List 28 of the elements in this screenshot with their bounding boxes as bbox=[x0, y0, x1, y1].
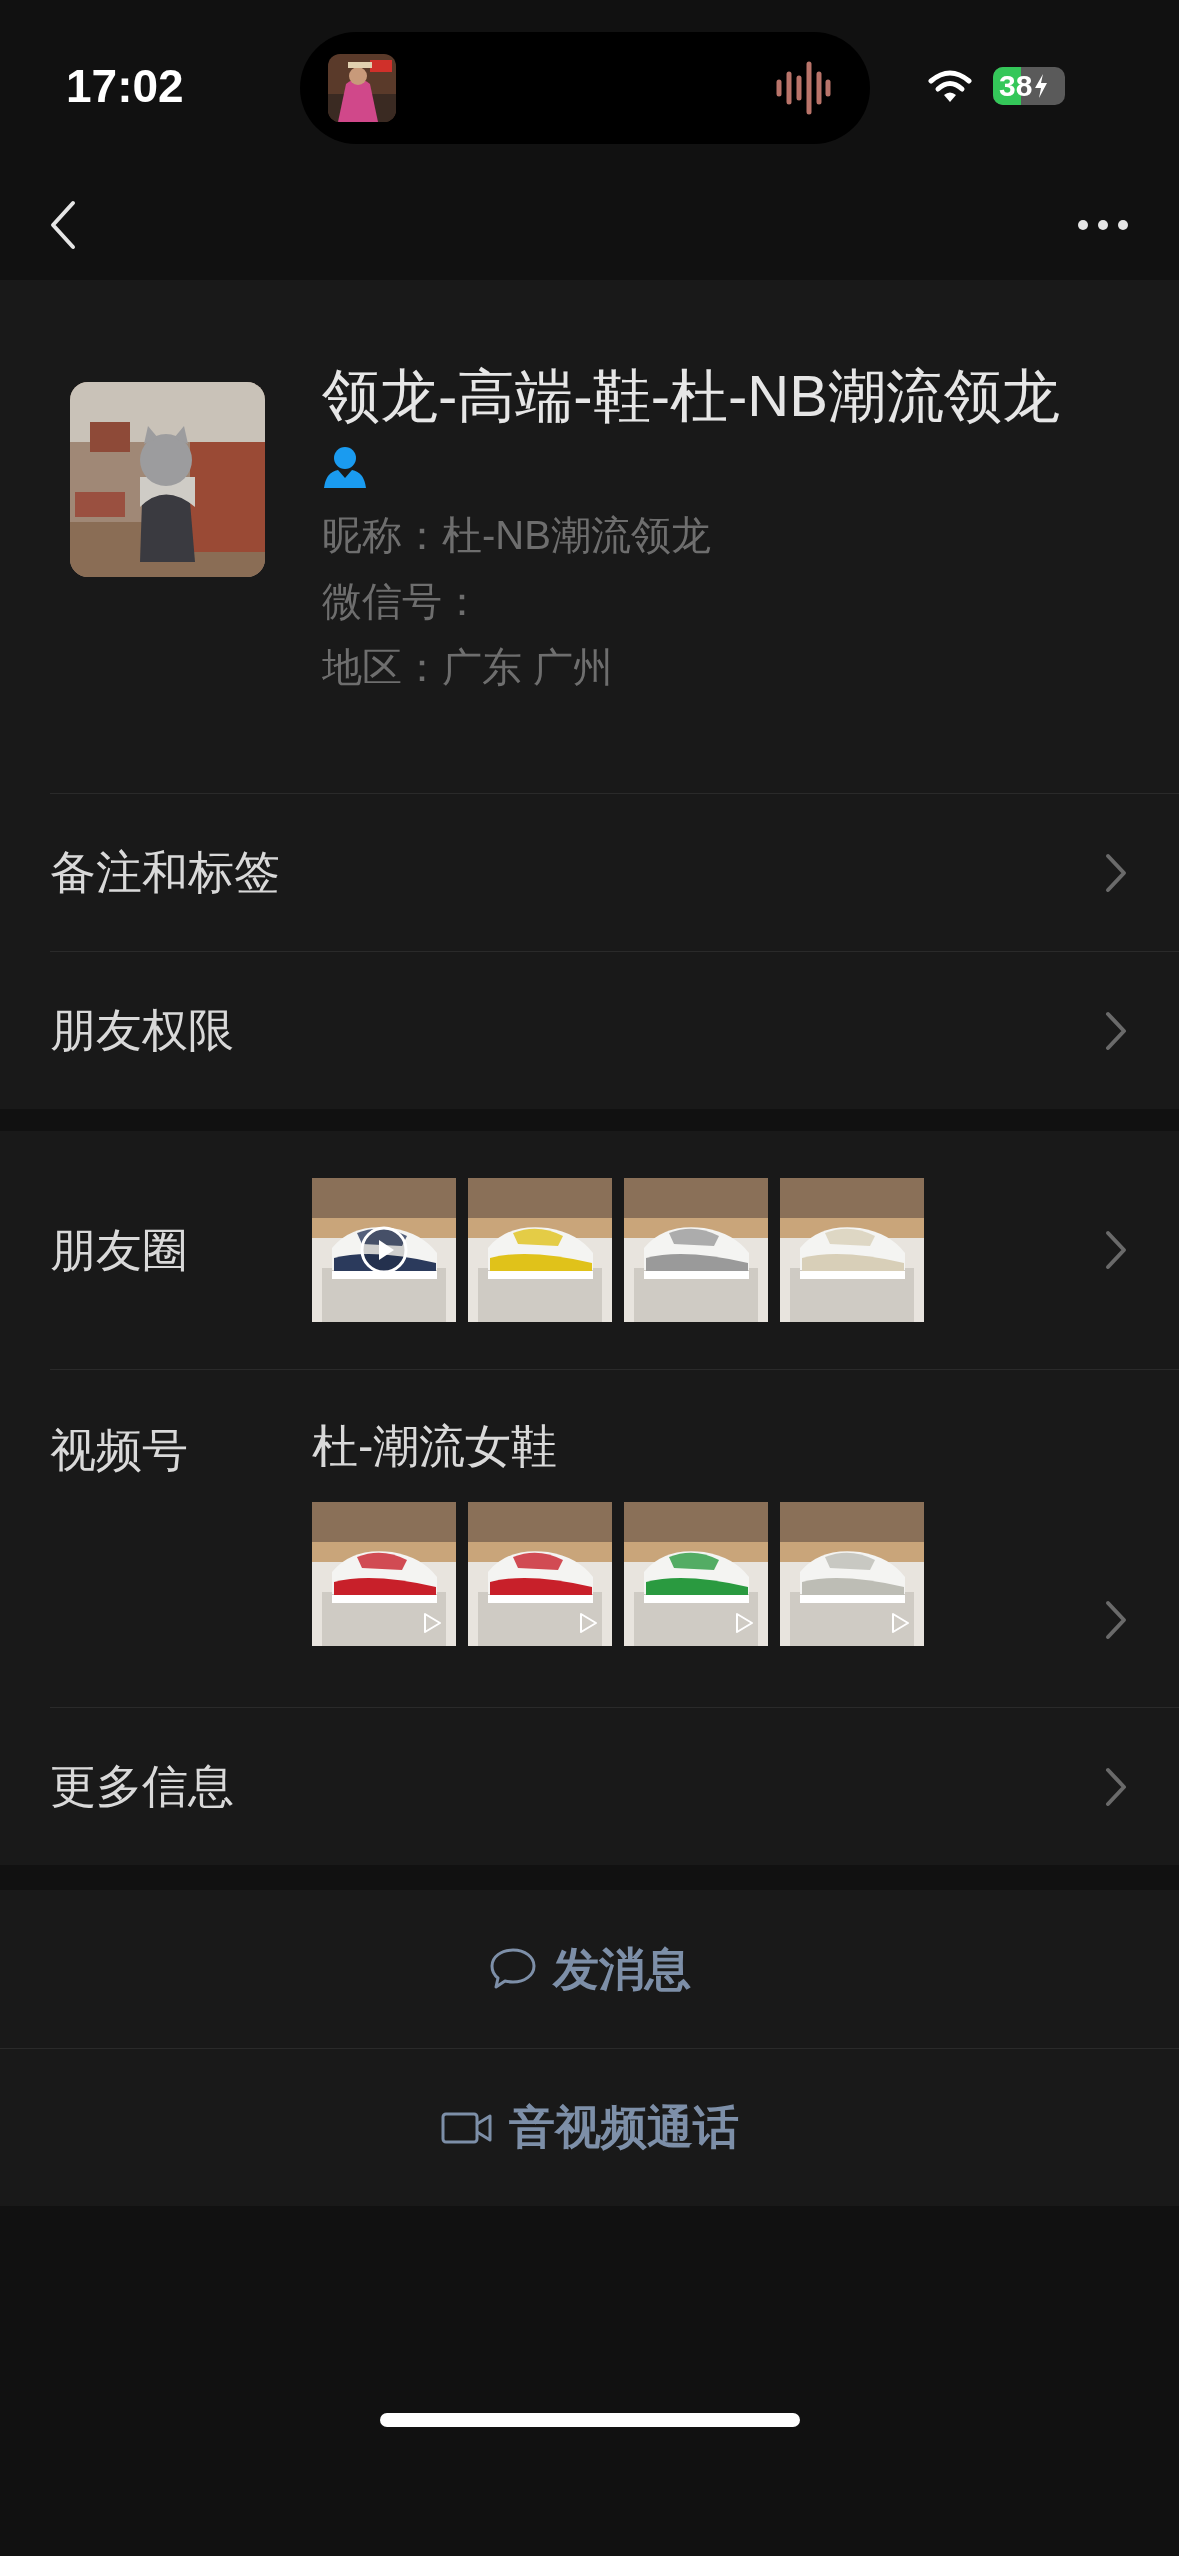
battery-icon: 38 bbox=[993, 67, 1065, 105]
chevron-right-icon bbox=[1105, 852, 1127, 893]
play-icon bbox=[422, 1612, 442, 1634]
row-label[interactable]: 视频号 bbox=[50, 1424, 188, 1476]
chat-bubble-icon bbox=[488, 1947, 537, 1991]
chevron-right-icon bbox=[1105, 1600, 1127, 1640]
row-label[interactable]: 更多信息 bbox=[50, 1752, 234, 1821]
waveform-icon bbox=[775, 60, 831, 116]
play-icon bbox=[890, 1612, 910, 1634]
chevron-right-icon bbox=[1105, 1230, 1127, 1270]
row-label[interactable]: 朋友权限 bbox=[50, 996, 234, 1065]
chevron-right-icon bbox=[1105, 1766, 1127, 1807]
row-label[interactable]: 朋友圈 bbox=[50, 1215, 312, 1285]
profile-detail: 昵称：杜-NB潮流领龙 bbox=[322, 512, 712, 559]
play-icon bbox=[578, 1612, 598, 1634]
profile-name: 领龙-高端-鞋-杜-NB潮流领龙 bbox=[322, 362, 1060, 430]
play-icon bbox=[734, 1612, 754, 1634]
back-icon[interactable] bbox=[50, 200, 76, 250]
profile-detail: 地区：广东 广州 bbox=[322, 644, 615, 691]
wifi-icon bbox=[927, 68, 973, 104]
video-camera-icon bbox=[440, 2111, 493, 2144]
more-icon[interactable] bbox=[1077, 219, 1129, 231]
status-time: 17:02 bbox=[66, 59, 184, 114]
profile-detail: 微信号： bbox=[322, 578, 483, 625]
channel-name: 杜-潮流女鞋 bbox=[312, 1419, 559, 1474]
row-label[interactable]: 备注和标签 bbox=[50, 838, 280, 907]
chevron-right-icon bbox=[1105, 1010, 1127, 1051]
person-icon bbox=[322, 446, 368, 488]
